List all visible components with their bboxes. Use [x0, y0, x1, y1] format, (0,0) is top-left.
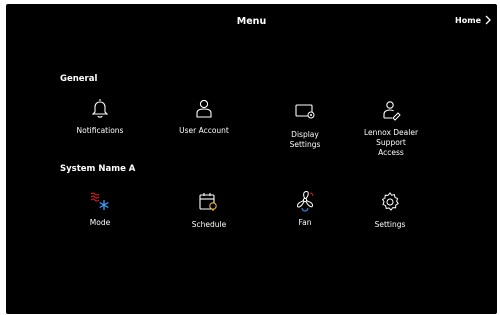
user-icon [196, 99, 212, 118]
display-settings-icon [295, 104, 315, 119]
dealer-support-tile[interactable]: Lennox Dealer Support Access [351, 98, 431, 158]
chevron-right-icon [485, 15, 491, 25]
mode-heat-cool-icon [90, 192, 109, 210]
fan-tile[interactable]: Fan [265, 188, 345, 228]
schedule-label: Schedule [191, 220, 227, 229]
notifications-tile[interactable]: Notifications [60, 96, 140, 136]
settings-label: Settings [374, 220, 406, 229]
notifications-label: Notifications [76, 126, 124, 135]
fan-icon [296, 190, 314, 212]
mode-tile[interactable]: Mode [60, 188, 140, 228]
schedule-icon [199, 193, 217, 211]
dealer-support-label: Lennox Dealer Support Access [363, 128, 419, 157]
menu-screen: Menu Home General Notifications User Acc… [6, 4, 497, 314]
settings-tile[interactable]: Settings [350, 190, 430, 230]
display-settings-tile[interactable]: Display Settings [265, 100, 345, 150]
home-label: Home [455, 15, 481, 25]
mode-label: Mode [89, 218, 111, 227]
section-system: System Name A [60, 164, 136, 174]
dealer-support-icon [383, 101, 401, 121]
schedule-tile[interactable]: Schedule [169, 190, 249, 230]
user-account-label: User Account [179, 126, 229, 135]
section-general: General [60, 74, 98, 84]
display-settings-label: Display Settings [289, 130, 321, 149]
user-account-tile[interactable]: User Account [164, 96, 244, 136]
page-title: Menu [236, 16, 267, 27]
home-button[interactable]: Home [455, 15, 491, 25]
gear-icon [381, 192, 399, 211]
fan-label: Fan [298, 218, 312, 227]
bell-icon [91, 99, 109, 118]
